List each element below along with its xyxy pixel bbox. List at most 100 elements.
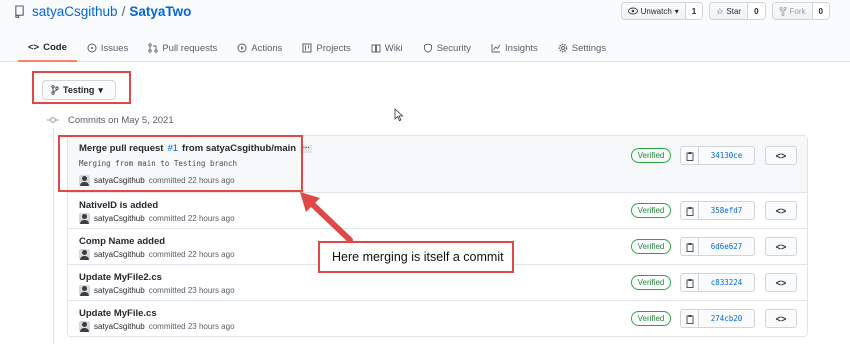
eye-icon — [627, 7, 638, 15]
clipboard-icon — [686, 314, 693, 324]
tab-security[interactable]: Security — [413, 34, 481, 62]
verified-badge[interactable]: Verified — [631, 311, 671, 326]
project-icon — [302, 43, 312, 53]
watch-label: Unwatch — [640, 6, 672, 16]
commit-title[interactable]: NativeID is added — [79, 200, 158, 211]
branch-select-button[interactable]: Testing ▾ — [42, 80, 116, 100]
browse-repo-button[interactable]: <> — [765, 201, 797, 220]
tab-label: Wiki — [384, 42, 403, 54]
commits-date-heading: Commits on May 5, 2021 — [68, 115, 174, 126]
copy-sha-button[interactable] — [680, 309, 699, 328]
repo-owner-link[interactable]: satyaCsgithub — [32, 4, 118, 19]
commit-row: NativeID is added satyaCsgithub committe… — [68, 192, 807, 228]
fork-button[interactable]: Fork — [772, 3, 813, 19]
repo-title: satyaCsgithub / SatyaTwo — [14, 4, 191, 19]
annotation-note: Here merging is itself a commit — [318, 241, 514, 273]
browse-repo-button[interactable]: <> — [765, 237, 797, 256]
browse-repo-button[interactable]: <> — [765, 273, 797, 292]
avatar[interactable] — [79, 285, 90, 296]
verified-badge[interactable]: Verified — [631, 203, 671, 218]
copy-sha-button[interactable] — [680, 201, 699, 220]
chevron-down-icon: ▾ — [98, 84, 103, 95]
commit-time: committed 23 hours ago — [148, 286, 235, 295]
play-icon — [237, 43, 247, 53]
copy-sha-button[interactable] — [680, 146, 699, 165]
tab-actions[interactable]: Actions — [227, 34, 292, 62]
repo-nav-tabs: <> Code Issues Pull requests Actions Pro… — [18, 34, 616, 62]
tab-label: Security — [436, 42, 472, 54]
verified-badge[interactable]: Verified — [631, 148, 671, 163]
commit-sha-link[interactable]: 34130ce — [699, 146, 755, 165]
tab-label: Actions — [251, 42, 283, 54]
star-button-group: ☆ Star 0 — [709, 2, 766, 20]
tab-label: Pull requests — [162, 42, 218, 54]
verified-badge[interactable]: Verified — [631, 239, 671, 254]
repo-header: satyaCsgithub / SatyaTwo Unwatch ▾ 1 ☆ S… — [0, 0, 850, 62]
clipboard-icon — [686, 278, 693, 288]
merge-commit-highlight-box — [58, 135, 303, 192]
repo-icon — [15, 5, 24, 18]
commit-title[interactable]: Update MyFile.cs — [79, 308, 157, 319]
commit-title[interactable]: Comp Name added — [79, 236, 165, 247]
commit-author[interactable]: satyaCsgithub — [94, 214, 145, 223]
repo-separator: / — [121, 4, 126, 19]
fork-label: Fork — [789, 6, 806, 16]
code-icon: <> — [775, 205, 787, 216]
branch-icon — [51, 85, 59, 95]
clipboard-icon — [686, 242, 693, 252]
verified-badge[interactable]: Verified — [631, 275, 671, 290]
commit-time: committed 22 hours ago — [148, 250, 235, 259]
book-icon — [371, 44, 381, 53]
avatar[interactable] — [79, 213, 90, 224]
clipboard-icon — [686, 206, 693, 216]
fork-count[interactable]: 0 — [812, 3, 829, 19]
commit-icon — [47, 117, 59, 123]
annotation-arrow — [300, 192, 353, 243]
copy-sha-button[interactable] — [680, 237, 699, 256]
commit-author[interactable]: satyaCsgithub — [94, 250, 145, 259]
tab-label: Code — [43, 41, 67, 53]
tab-pull-requests[interactable]: Pull requests — [138, 34, 227, 62]
commit-title[interactable]: Update MyFile2.cs — [79, 272, 162, 283]
commit-author[interactable]: satyaCsgithub — [94, 286, 145, 295]
code-icon: <> — [28, 41, 40, 53]
code-icon: <> — [775, 150, 787, 161]
commit-author[interactable]: satyaCsgithub — [94, 322, 145, 331]
commit-sha-link[interactable]: 274cb20 — [699, 309, 755, 328]
tab-label: Insights — [505, 42, 538, 54]
avatar[interactable] — [79, 321, 90, 332]
branch-name: Testing — [63, 85, 95, 95]
tab-label: Issues — [100, 42, 129, 54]
repo-name-link[interactable]: SatyaTwo — [129, 4, 191, 19]
gear-icon — [558, 43, 568, 53]
commit-meta: satyaCsgithub committed 22 hours ago — [79, 249, 235, 260]
avatar[interactable] — [79, 249, 90, 260]
code-icon: <> — [775, 241, 787, 252]
commit-sha-link[interactable]: 6d6e627 — [699, 237, 755, 256]
commit-meta: satyaCsgithub committed 22 hours ago — [79, 213, 235, 224]
mouse-cursor-icon — [394, 108, 404, 122]
issue-icon — [87, 43, 97, 53]
chevron-down-icon: ▾ — [674, 6, 679, 16]
tab-projects[interactable]: Projects — [292, 34, 360, 62]
commit-sha-link[interactable]: c833224 — [699, 273, 755, 292]
graph-icon — [491, 44, 501, 53]
tab-label: Settings — [571, 42, 607, 54]
star-button[interactable]: ☆ Star — [710, 3, 749, 19]
browse-repo-button[interactable]: <> — [765, 309, 797, 328]
tab-issues[interactable]: Issues — [77, 34, 138, 62]
commit-meta: satyaCsgithub committed 23 hours ago — [79, 285, 235, 296]
tab-insights[interactable]: Insights — [481, 34, 548, 62]
tab-label: Projects — [316, 42, 351, 54]
watch-button[interactable]: Unwatch ▾ — [621, 3, 686, 19]
watch-button-group: Unwatch ▾ 1 — [620, 2, 704, 20]
tab-settings[interactable]: Settings — [548, 34, 616, 62]
copy-sha-button[interactable] — [680, 273, 699, 292]
commit-sha-link[interactable]: 358efd7 — [699, 201, 755, 220]
fork-icon — [779, 6, 787, 16]
browse-repo-button[interactable]: <> — [765, 146, 797, 165]
tab-wiki[interactable]: Wiki — [361, 34, 413, 62]
watch-count[interactable]: 1 — [685, 3, 703, 19]
tab-code[interactable]: <> Code — [18, 34, 77, 62]
star-count[interactable]: 0 — [748, 3, 765, 19]
